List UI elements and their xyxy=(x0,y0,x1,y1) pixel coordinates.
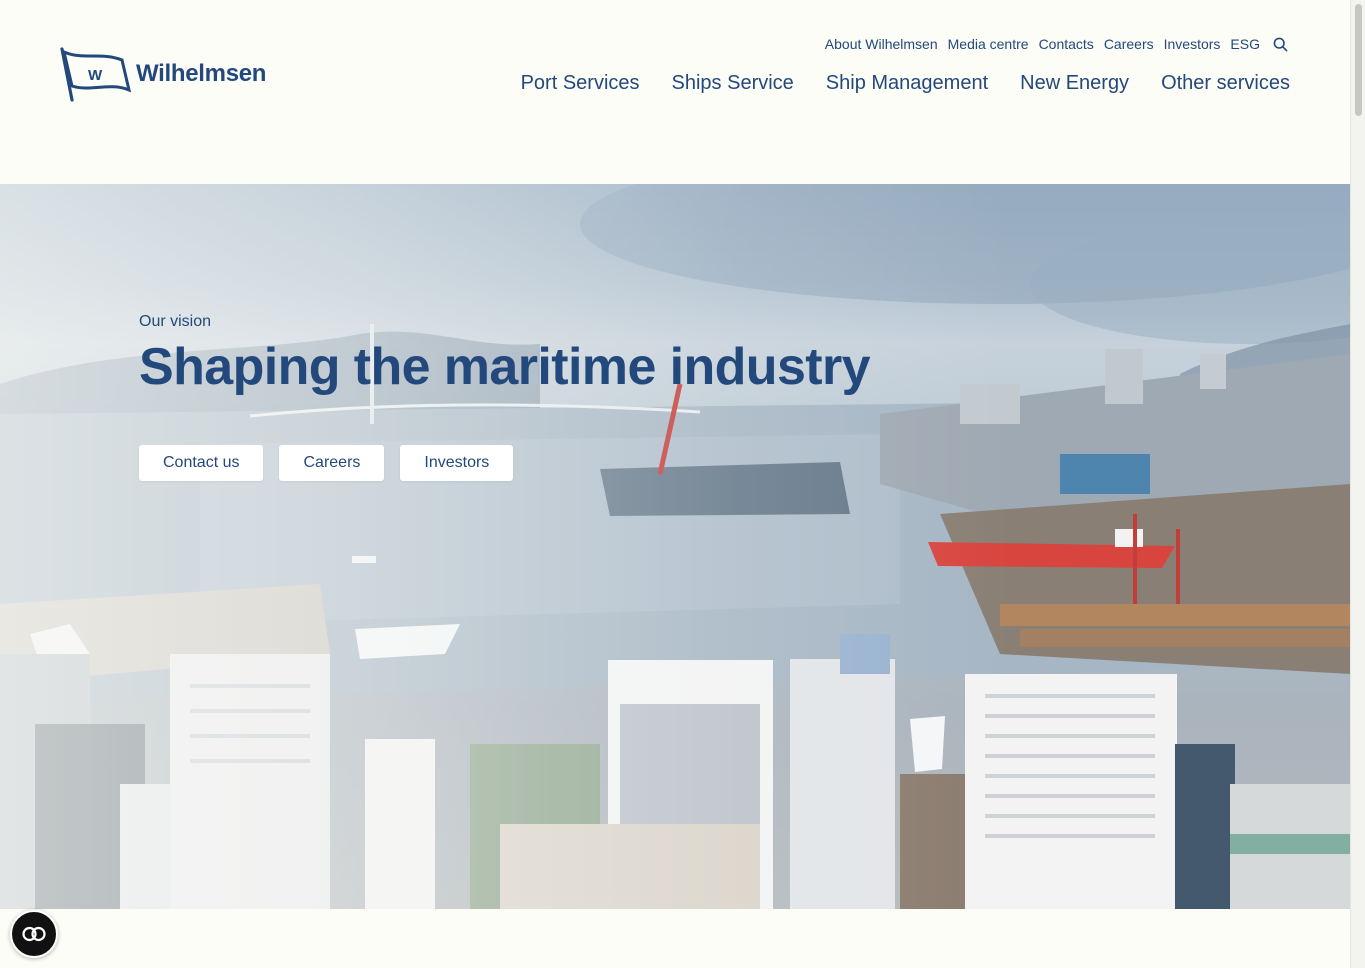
nav-ship-management[interactable]: Ship Management xyxy=(826,72,988,95)
contact-us-button[interactable]: Contact us xyxy=(139,445,264,481)
nav-port-services[interactable]: Port Services xyxy=(521,72,640,95)
brand-name: Wilhelmsen xyxy=(136,60,267,87)
util-link-media-centre[interactable]: Media centre xyxy=(948,36,1029,52)
main-nav: Port Services Ships Service Ship Managem… xyxy=(489,72,1290,95)
util-link-investors[interactable]: Investors xyxy=(1164,36,1221,52)
hero-text: Our vision Shaping the maritime industry xyxy=(139,313,871,397)
site-header: W Wilhelmsen About Wilhelmsen Media cent… xyxy=(0,0,1350,184)
hero-buttons: Contact us Careers Investors xyxy=(139,445,514,481)
page-scrollbar[interactable] xyxy=(1350,0,1365,968)
nav-new-energy[interactable]: New Energy xyxy=(1020,72,1129,95)
hero-eyebrow: Our vision xyxy=(139,313,212,330)
scrollbar-thumb[interactable] xyxy=(1355,4,1362,116)
hero-section: Our vision Shaping the maritime industry… xyxy=(0,184,1350,909)
utility-nav: About Wilhelmsen Media centre Contacts C… xyxy=(815,35,1288,52)
svg-text:W: W xyxy=(88,67,103,84)
nav-other-services[interactable]: Other services xyxy=(1161,72,1290,95)
page-continuation xyxy=(0,909,1350,968)
hero-title: Shaping the maritime industry xyxy=(139,338,871,396)
careers-button[interactable]: Careers xyxy=(279,445,385,481)
search-icon[interactable] xyxy=(1273,37,1288,52)
investors-button[interactable]: Investors xyxy=(400,445,514,481)
accessibility-toggle-icon xyxy=(22,926,46,942)
accessibility-toggle-button[interactable] xyxy=(10,910,58,958)
nav-ships-service[interactable]: Ships Service xyxy=(672,72,794,95)
flag-logo-icon: W xyxy=(60,47,132,102)
util-link-about[interactable]: About Wilhelmsen xyxy=(825,36,938,52)
hero-overlay xyxy=(0,184,1350,909)
brand-logo[interactable]: W Wilhelmsen xyxy=(58,46,266,102)
util-link-contacts[interactable]: Contacts xyxy=(1039,36,1094,52)
util-link-esg[interactable]: ESG xyxy=(1230,36,1260,52)
page: W Wilhelmsen About Wilhelmsen Media cent… xyxy=(0,0,1365,968)
util-link-careers[interactable]: Careers xyxy=(1104,36,1154,52)
